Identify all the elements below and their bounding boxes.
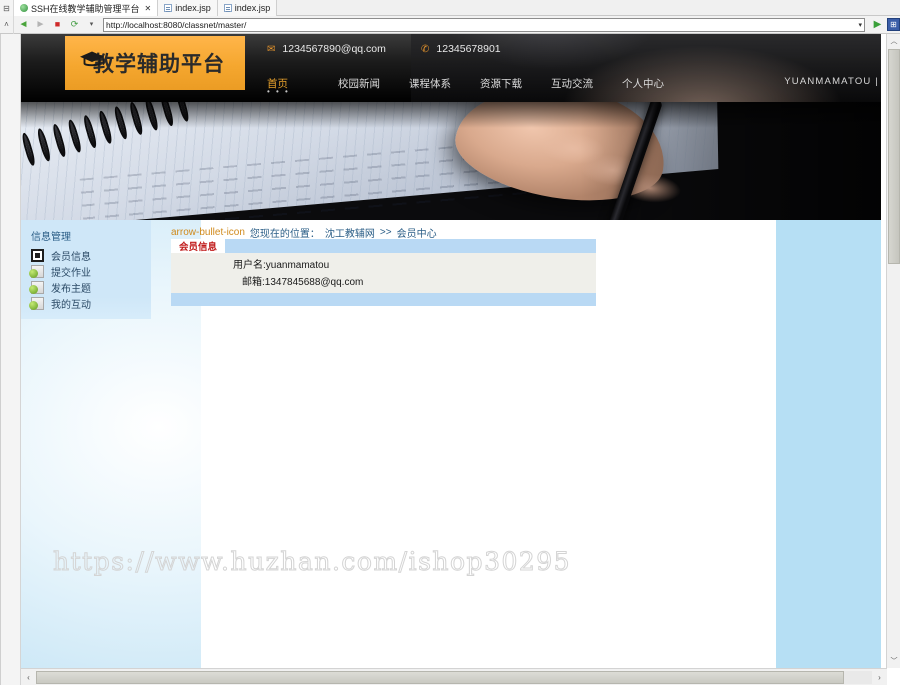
open-external-icon[interactable]: ⊞ <box>887 18 900 31</box>
close-icon[interactable]: ✕ <box>145 4 152 13</box>
phone-icon: ✆ <box>421 43 430 55</box>
sidebar-item-submit-homework[interactable]: 提交作业 <box>29 263 151 279</box>
scroll-down-icon[interactable]: ﹀ <box>887 654 900 668</box>
folder-icon <box>29 280 44 294</box>
site-logo-text: 教学辅助平台 <box>93 52 225 76</box>
mail-icon: ✉ <box>267 43 276 55</box>
scroll-up-icon[interactable]: ︿ <box>887 34 900 48</box>
main-nav: 首页 • • • 校园新闻 课程体系 资源下载 互动交流 个人中心 <box>267 76 693 96</box>
browser-tab-2[interactable]: index.jsp <box>217 0 278 16</box>
watermark: https://www.huzhan.com/ishop30295 <box>52 547 572 577</box>
nav-item-label: 资源下载 <box>480 78 522 90</box>
folder-icon <box>29 296 44 310</box>
nav-item-label: 校园新闻 <box>338 78 380 90</box>
nav-item-interaction[interactable]: 互动交流 <box>551 76 622 91</box>
viewport-gutter <box>1 34 21 685</box>
sidebar-item-label: 提交作业 <box>51 267 91 279</box>
scroll-left-icon[interactable]: ‹ <box>21 670 36 685</box>
scroll-right-icon[interactable]: › <box>872 670 887 685</box>
breadcrumb: arrow-bullet-icon 您现在的位置： 沈工教辅网 >> 会员中心 <box>171 225 437 240</box>
sidebar-item-label: 我的互动 <box>51 299 91 311</box>
browser-toolbar: ˄ ◄ ► ■ ⟳ ▾ http://localhost:8080/classn… <box>0 15 900 34</box>
graduation-cap-icon <box>80 51 104 67</box>
site-header: 教学辅助平台 ✉ 1234567890@qq.com ✆ 12345678901… <box>21 34 881 102</box>
sidebar-title: 信息管理 <box>31 232 71 243</box>
sidebar-item-label: 发布主题 <box>51 283 91 295</box>
reload-icon[interactable]: ⟳ <box>67 17 82 32</box>
nav-item-label: 课程体系 <box>409 78 451 90</box>
header-username[interactable]: YUANMAMATOU | <box>784 76 881 87</box>
breadcrumb-root[interactable]: 沈工教辅网 <box>325 225 375 240</box>
header-phone-text: 12345678901 <box>436 43 501 55</box>
nav-item-label: 互动交流 <box>551 78 593 90</box>
browser-tab-label: SSH在线教学辅助管理平台 <box>31 3 140 14</box>
arrow-bullet-icon: arrow-bullet-icon <box>171 227 245 238</box>
member-info-body: 用户名:yuanmamatou 邮箱:1347845688@qq.com <box>171 253 596 293</box>
header-email-text: 1234567890@qq.com <box>282 43 386 55</box>
browser-viewport: 教学辅助平台 ✉ 1234567890@qq.com ✆ 12345678901… <box>0 34 900 685</box>
sidebar-item-post-topic[interactable]: 发布主题 <box>29 279 151 295</box>
sidebar-item-my-interaction[interactable]: 我的互动 <box>29 295 151 311</box>
document-icon <box>164 4 173 12</box>
browser-tab-label: index.jsp <box>175 3 211 13</box>
nav-item-resources[interactable]: 资源下载 <box>480 76 551 91</box>
nav-active-dots: • • • <box>267 87 290 96</box>
forward-icon[interactable]: ► <box>33 17 48 32</box>
browser-window: ⊟ SSH在线教学辅助管理平台 ✕ index.jsp index.jsp ˄ … <box>0 0 900 685</box>
address-bar[interactable]: http://localhost:8080/classnet/master/ ▾ <box>103 17 865 32</box>
nav-item-news[interactable]: 校园新闻 <box>338 76 409 91</box>
vertical-scrollbar[interactable]: ︿ ﹀ <box>886 34 900 668</box>
vertical-scroll-thumb[interactable] <box>888 49 900 264</box>
breadcrumb-prefix: 您现在的位置： <box>249 229 320 240</box>
site-logo[interactable]: 教学辅助平台 <box>65 36 245 90</box>
hero-vignette <box>21 102 881 220</box>
sidebar-item-member-info[interactable]: 会员信息 <box>29 247 151 263</box>
nav-item-label: 个人中心 <box>622 78 664 90</box>
browser-tab-1[interactable]: index.jsp <box>158 0 218 16</box>
back-icon[interactable]: ◄ <box>16 17 31 32</box>
nav-item-profile[interactable]: 个人中心 <box>622 76 693 91</box>
horizontal-scroll-track[interactable] <box>36 670 872 684</box>
breadcrumb-separator: >> <box>379 227 392 238</box>
globe-icon <box>20 4 28 12</box>
panel-tab-row: 会员信息 <box>171 239 596 253</box>
content-region: 信息管理 会员信息 提交作业 发布主题 我的互动 arrow-bullet-ic… <box>21 220 881 668</box>
folder-icon <box>29 264 44 278</box>
browser-tab-0[interactable]: SSH在线教学辅助管理平台 ✕ <box>14 0 159 16</box>
hero-banner <box>21 102 881 220</box>
field-email: 邮箱:1347845688@qq.com <box>242 277 364 288</box>
member-info-panel: 会员信息 用户名:yuanmamatou 邮箱:1347845688@qq.co… <box>171 239 596 306</box>
tab-member-info[interactable]: 会员信息 <box>171 239 226 253</box>
browser-tab-label: index.jsp <box>234 3 271 13</box>
go-icon[interactable]: ▶ <box>870 17 885 32</box>
toolbar-gutter: ˄ <box>0 15 14 34</box>
header-phone: ✆ 12345678901 <box>421 43 501 55</box>
address-dropdown-icon[interactable]: ▾ <box>855 21 862 29</box>
tab-strip: ⊟ SSH在线教学辅助管理平台 ✕ index.jsp index.jsp <box>0 0 900 16</box>
header-email: ✉ 1234567890@qq.com <box>267 43 386 55</box>
chevron-down-icon[interactable]: ▾ <box>84 17 99 32</box>
horizontal-scrollbar[interactable]: ‹ › <box>21 668 887 685</box>
address-input[interactable]: http://localhost:8080/classnet/master/ <box>106 20 855 30</box>
nav-item-courses[interactable]: 课程体系 <box>409 76 480 91</box>
sidebar: 信息管理 会员信息 提交作业 发布主题 我的互动 <box>21 220 151 319</box>
document-icon <box>223 4 232 12</box>
nav-item-home[interactable]: 首页 • • • <box>267 76 338 96</box>
monitor-icon <box>31 248 44 262</box>
breadcrumb-current: 会员中心 <box>396 229 437 240</box>
field-username: 用户名:yuanmamatou <box>233 260 330 271</box>
horizontal-scroll-thumb[interactable] <box>36 670 844 684</box>
stop-icon[interactable]: ■ <box>50 17 65 32</box>
editor-gutter-toggle[interactable]: ⊟ <box>0 0 14 16</box>
sidebar-item-label: 会员信息 <box>51 251 91 263</box>
web-page: 教学辅助平台 ✉ 1234567890@qq.com ✆ 12345678901… <box>21 34 881 668</box>
